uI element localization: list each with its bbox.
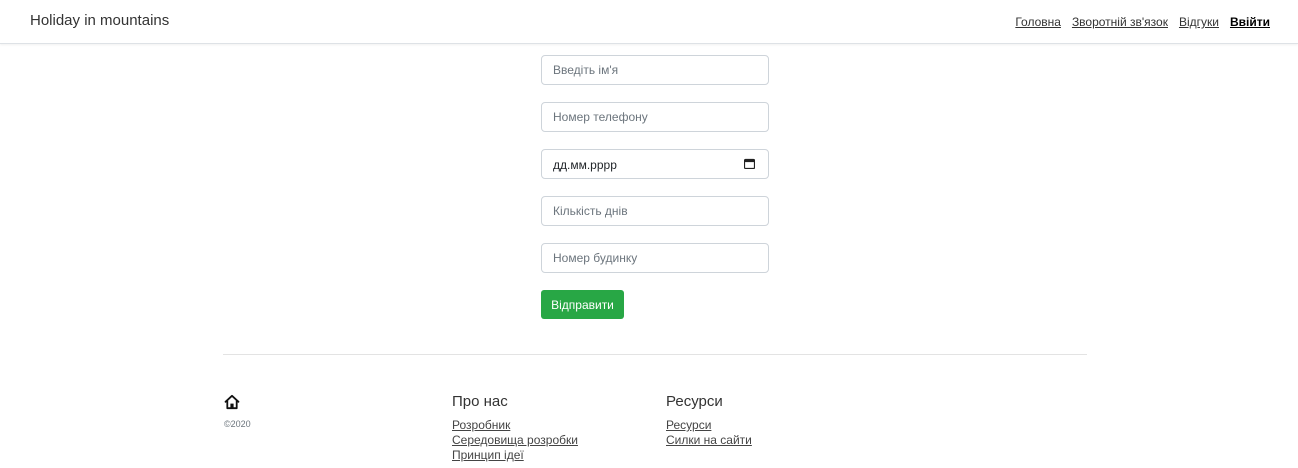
footer-link-developer[interactable]: Розробник (452, 418, 510, 432)
footer-about-list: Розробник Середовища розробки Принцип ід… (452, 418, 578, 463)
footer-about-title: Про нас (452, 393, 508, 410)
list-item: Розробник (452, 418, 578, 433)
footer-about: Про нас Розробник Середовища розробки Пр… (452, 393, 578, 463)
calendar-icon[interactable] (744, 158, 755, 169)
house-field-wrap (541, 243, 769, 273)
nav-link-feedback[interactable]: Зворотній зв'язок (1072, 15, 1168, 29)
footer-link-idea-principle[interactable]: Принцип ідеї (452, 448, 524, 462)
nav-link-login[interactable]: Ввійти (1230, 15, 1270, 29)
date-input-value: дд.мм.рррр (553, 158, 617, 172)
phone-field-wrap (541, 102, 769, 132)
days-input[interactable] (542, 197, 768, 225)
nav-links: Головна Зворотній зв'язок Відгуки Ввійти (1015, 15, 1270, 29)
list-item: Середовища розробки (452, 433, 578, 448)
date-input[interactable]: дд.мм.рррр (541, 149, 769, 179)
nav-link-home[interactable]: Головна (1015, 15, 1061, 29)
navbar: Holiday in mountains Головна Зворотній з… (0, 0, 1298, 44)
copyright: ©2020 (224, 419, 251, 429)
footer-resources: Ресурси Ресурси Силки на сайти (666, 393, 752, 448)
list-item: Принцип ідеї (452, 448, 578, 463)
list-item: Ресурси (666, 418, 752, 433)
footer-link-site-links[interactable]: Силки на сайти (666, 433, 752, 447)
booking-form: дд.мм.рррр (541, 55, 769, 290)
submit-button[interactable]: Відправити (541, 290, 624, 319)
name-field-wrap (541, 55, 769, 85)
list-item: Силки на сайти (666, 433, 752, 448)
footer-resources-title: Ресурси (666, 393, 723, 410)
brand-title[interactable]: Holiday in mountains (30, 12, 169, 29)
footer-link-resources[interactable]: Ресурси (666, 418, 711, 432)
footer-link-dev-environments[interactable]: Середовища розробки (452, 433, 578, 447)
nav-link-reviews[interactable]: Відгуки (1179, 15, 1219, 29)
home-icon[interactable] (224, 394, 240, 410)
footer-divider (223, 354, 1087, 355)
house-number-input[interactable] (542, 244, 768, 272)
footer-resources-list: Ресурси Силки на сайти (666, 418, 752, 448)
days-field-wrap (541, 196, 769, 226)
name-input[interactable] (542, 56, 768, 84)
phone-input[interactable] (542, 103, 768, 131)
